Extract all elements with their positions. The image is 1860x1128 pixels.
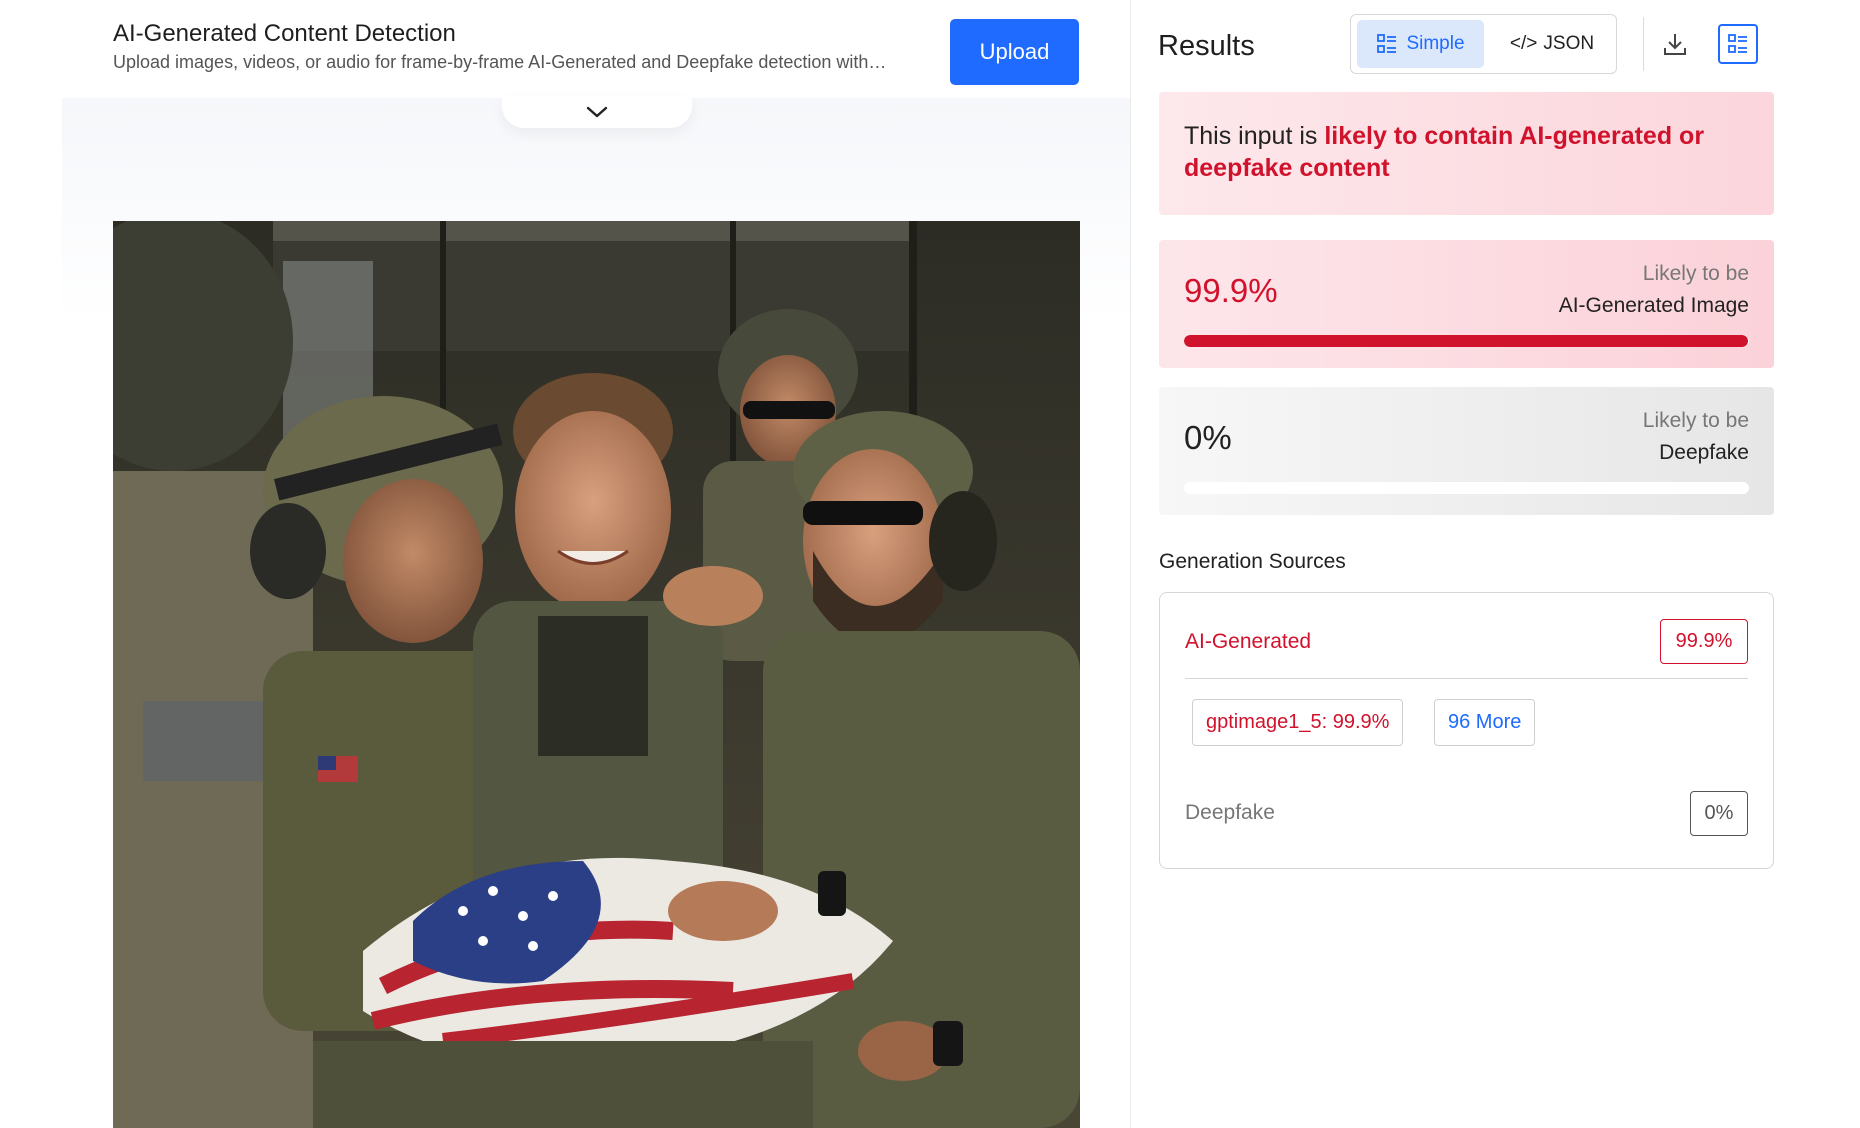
- source-chip-gptimage[interactable]: gptimage1_5: 99.9%: [1192, 699, 1404, 746]
- ai-score-bar: [1184, 335, 1749, 347]
- verdict-prefix: This input is: [1184, 122, 1325, 150]
- uploaded-image: [113, 221, 1080, 1128]
- toggle-json-button[interactable]: </> JSON: [1491, 20, 1613, 68]
- source-deepfake-badge: 0%: [1690, 791, 1748, 836]
- code-icon: </>: [1509, 33, 1538, 54]
- source-ai-badge: 99.9%: [1660, 619, 1748, 664]
- ai-score-label-main: AI-Generated Image: [1558, 294, 1749, 317]
- list-view-icon: [1728, 34, 1747, 53]
- ai-generated-score-card: 99.9% Likely to be AI-Generated Image: [1159, 240, 1774, 368]
- deepfake-score-bar: [1184, 482, 1749, 494]
- collapse-header-button[interactable]: [502, 96, 692, 128]
- deepfake-score-label-top: Likely to be: [1642, 409, 1749, 432]
- toolbar-divider: [1643, 17, 1644, 71]
- verdict-banner: This input is likely to contain AI-gener…: [1159, 92, 1774, 215]
- toggle-simple-button[interactable]: Simple: [1357, 20, 1484, 68]
- page-subtitle: Upload images, videos, or audio for fram…: [113, 52, 887, 72]
- upload-button[interactable]: Upload: [950, 19, 1079, 85]
- results-title: Results: [1158, 30, 1255, 62]
- generation-sources-card: AI-Generated 99.9% gptimage1_5: 99.9% 96…: [1159, 592, 1774, 869]
- list-layout-icon: [1377, 34, 1397, 53]
- source-deepfake-label: Deepfake: [1185, 801, 1275, 824]
- view-toggle: Simple </> JSON: [1350, 14, 1617, 74]
- toggle-simple-label: Simple: [1406, 33, 1465, 54]
- download-icon: [1664, 34, 1686, 55]
- source-ai-label: AI-Generated: [1185, 630, 1312, 653]
- toggle-json-label: JSON: [1543, 33, 1595, 54]
- pane-divider: [1130, 0, 1131, 1128]
- source-chip-more[interactable]: 96 More: [1434, 699, 1536, 746]
- ai-score-percent: 99.9%: [1184, 272, 1278, 309]
- ai-score-label-top: Likely to be: [1642, 262, 1749, 285]
- chevron-down-icon: [586, 106, 608, 118]
- page-title: AI-Generated Content Detection: [113, 20, 456, 47]
- deepfake-score-card: 0% Likely to be Deepfake: [1159, 387, 1774, 515]
- deepfake-score-percent: 0%: [1184, 419, 1232, 456]
- upload-pane: AI-Generated Content Detection Upload im…: [0, 0, 1130, 1128]
- list-view-button[interactable]: [1718, 24, 1758, 64]
- ai-score-bar-fill: [1184, 335, 1749, 347]
- download-button[interactable]: [1657, 24, 1693, 64]
- generation-sources-title: Generation Sources: [1159, 550, 1346, 573]
- deepfake-score-label-main: Deepfake: [1659, 441, 1749, 464]
- source-divider: [1185, 678, 1748, 679]
